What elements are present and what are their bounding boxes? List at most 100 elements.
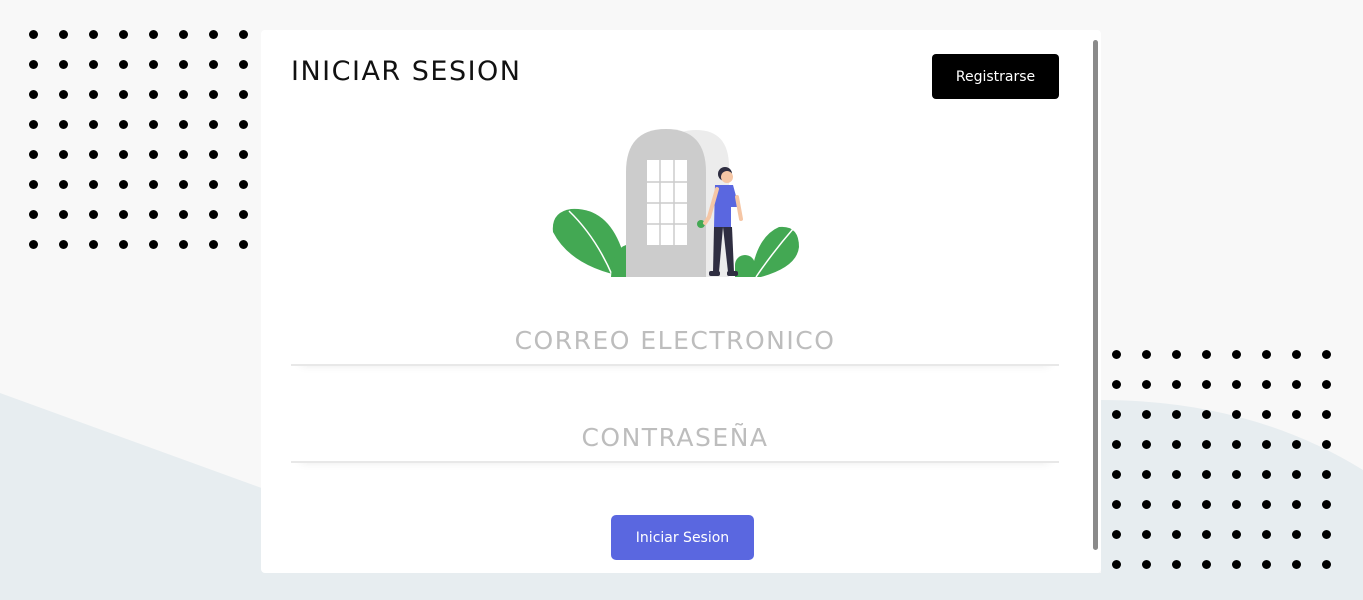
decorative-dot: [149, 120, 158, 129]
decorative-dot: [239, 90, 248, 99]
decorative-dot: [59, 90, 68, 99]
decorative-dot: [1262, 560, 1271, 569]
decorative-dot: [1202, 530, 1211, 539]
decorative-dot: [179, 60, 188, 69]
decorative-dot: [1112, 470, 1121, 479]
decorative-dot-grid-right: [1112, 350, 1352, 590]
decorative-dot: [1112, 380, 1121, 389]
decorative-dot: [1202, 500, 1211, 509]
decorative-dot: [1112, 440, 1121, 449]
decorative-dot: [1292, 380, 1301, 389]
decorative-dot: [119, 120, 128, 129]
decorative-dot: [1112, 350, 1121, 359]
decorative-dot: [1172, 350, 1181, 359]
decorative-dot: [209, 60, 218, 69]
decorative-dot: [89, 180, 98, 189]
scrollbar-thumb[interactable]: [1093, 40, 1098, 550]
decorative-dot: [1322, 530, 1331, 539]
decorative-dot: [1262, 470, 1271, 479]
decorative-dot: [1232, 560, 1241, 569]
decorative-dot: [1232, 500, 1241, 509]
decorative-dot: [59, 180, 68, 189]
decorative-dot: [1322, 440, 1331, 449]
login-button[interactable]: Iniciar Sesion: [611, 515, 754, 560]
decorative-dot: [1232, 530, 1241, 539]
decorative-dot: [59, 150, 68, 159]
decorative-dot: [119, 90, 128, 99]
decorative-dot: [89, 210, 98, 219]
decorative-dot: [89, 30, 98, 39]
decorative-dot: [1322, 350, 1331, 359]
decorative-dot: [1232, 410, 1241, 419]
decorative-dot: [59, 210, 68, 219]
decorative-dot: [1322, 470, 1331, 479]
decorative-dot: [1172, 470, 1181, 479]
decorative-dot: [1142, 500, 1151, 509]
decorative-dot: [59, 30, 68, 39]
decorative-dot-grid-left: [29, 30, 269, 270]
decorative-dot: [239, 60, 248, 69]
decorative-dot: [1322, 380, 1331, 389]
decorative-dot: [209, 150, 218, 159]
password-field[interactable]: [291, 413, 1059, 463]
decorative-dot: [209, 90, 218, 99]
decorative-dot: [1232, 470, 1241, 479]
decorative-dot: [209, 240, 218, 249]
decorative-dot: [209, 180, 218, 189]
decorative-dot: [1232, 350, 1241, 359]
decorative-dot: [29, 180, 38, 189]
decorative-dot: [29, 90, 38, 99]
decorative-dot: [1292, 530, 1301, 539]
decorative-dot: [1142, 410, 1151, 419]
decorative-dot: [29, 120, 38, 129]
decorative-dot: [119, 30, 128, 39]
decorative-dot: [1202, 470, 1211, 479]
decorative-dot: [1112, 500, 1121, 509]
decorative-dot: [1142, 380, 1151, 389]
decorative-dot: [209, 30, 218, 39]
login-card: INICIAR SESION Registrarse CORREO ELECTR…: [261, 30, 1101, 573]
decorative-dot: [1262, 410, 1271, 419]
decorative-dot: [149, 240, 158, 249]
register-button[interactable]: Registrarse: [932, 54, 1059, 99]
decorative-dot: [1262, 440, 1271, 449]
decorative-dot: [149, 150, 158, 159]
decorative-dot: [1172, 380, 1181, 389]
decorative-dot: [1292, 440, 1301, 449]
decorative-dot: [29, 240, 38, 249]
decorative-dot: [149, 90, 158, 99]
decorative-dot: [1262, 350, 1271, 359]
decorative-dot: [179, 210, 188, 219]
decorative-dot: [1112, 410, 1121, 419]
decorative-dot: [1292, 500, 1301, 509]
decorative-dot: [59, 240, 68, 249]
decorative-dot: [29, 60, 38, 69]
decorative-dot: [1232, 440, 1241, 449]
decorative-dot: [1202, 350, 1211, 359]
decorative-dot: [29, 210, 38, 219]
decorative-dot: [1292, 470, 1301, 479]
decorative-dot: [149, 60, 158, 69]
decorative-dot: [1202, 440, 1211, 449]
decorative-dot: [1142, 560, 1151, 569]
decorative-dot: [1142, 470, 1151, 479]
decorative-dot: [1292, 350, 1301, 359]
person-opening-door-illustration: [552, 129, 799, 277]
decorative-dot: [209, 120, 218, 129]
decorative-dot: [89, 150, 98, 159]
decorative-dot: [239, 150, 248, 159]
decorative-dot: [239, 180, 248, 189]
decorative-dot: [29, 150, 38, 159]
decorative-dot: [1172, 440, 1181, 449]
decorative-dot: [179, 180, 188, 189]
email-field[interactable]: [291, 316, 1059, 366]
decorative-dot: [59, 60, 68, 69]
decorative-dot: [149, 30, 158, 39]
decorative-dot: [1172, 500, 1181, 509]
decorative-dot: [1202, 380, 1211, 389]
decorative-dot: [119, 180, 128, 189]
decorative-dot: [179, 120, 188, 129]
decorative-dot: [1142, 440, 1151, 449]
decorative-dot: [1172, 560, 1181, 569]
decorative-dot: [1172, 410, 1181, 419]
